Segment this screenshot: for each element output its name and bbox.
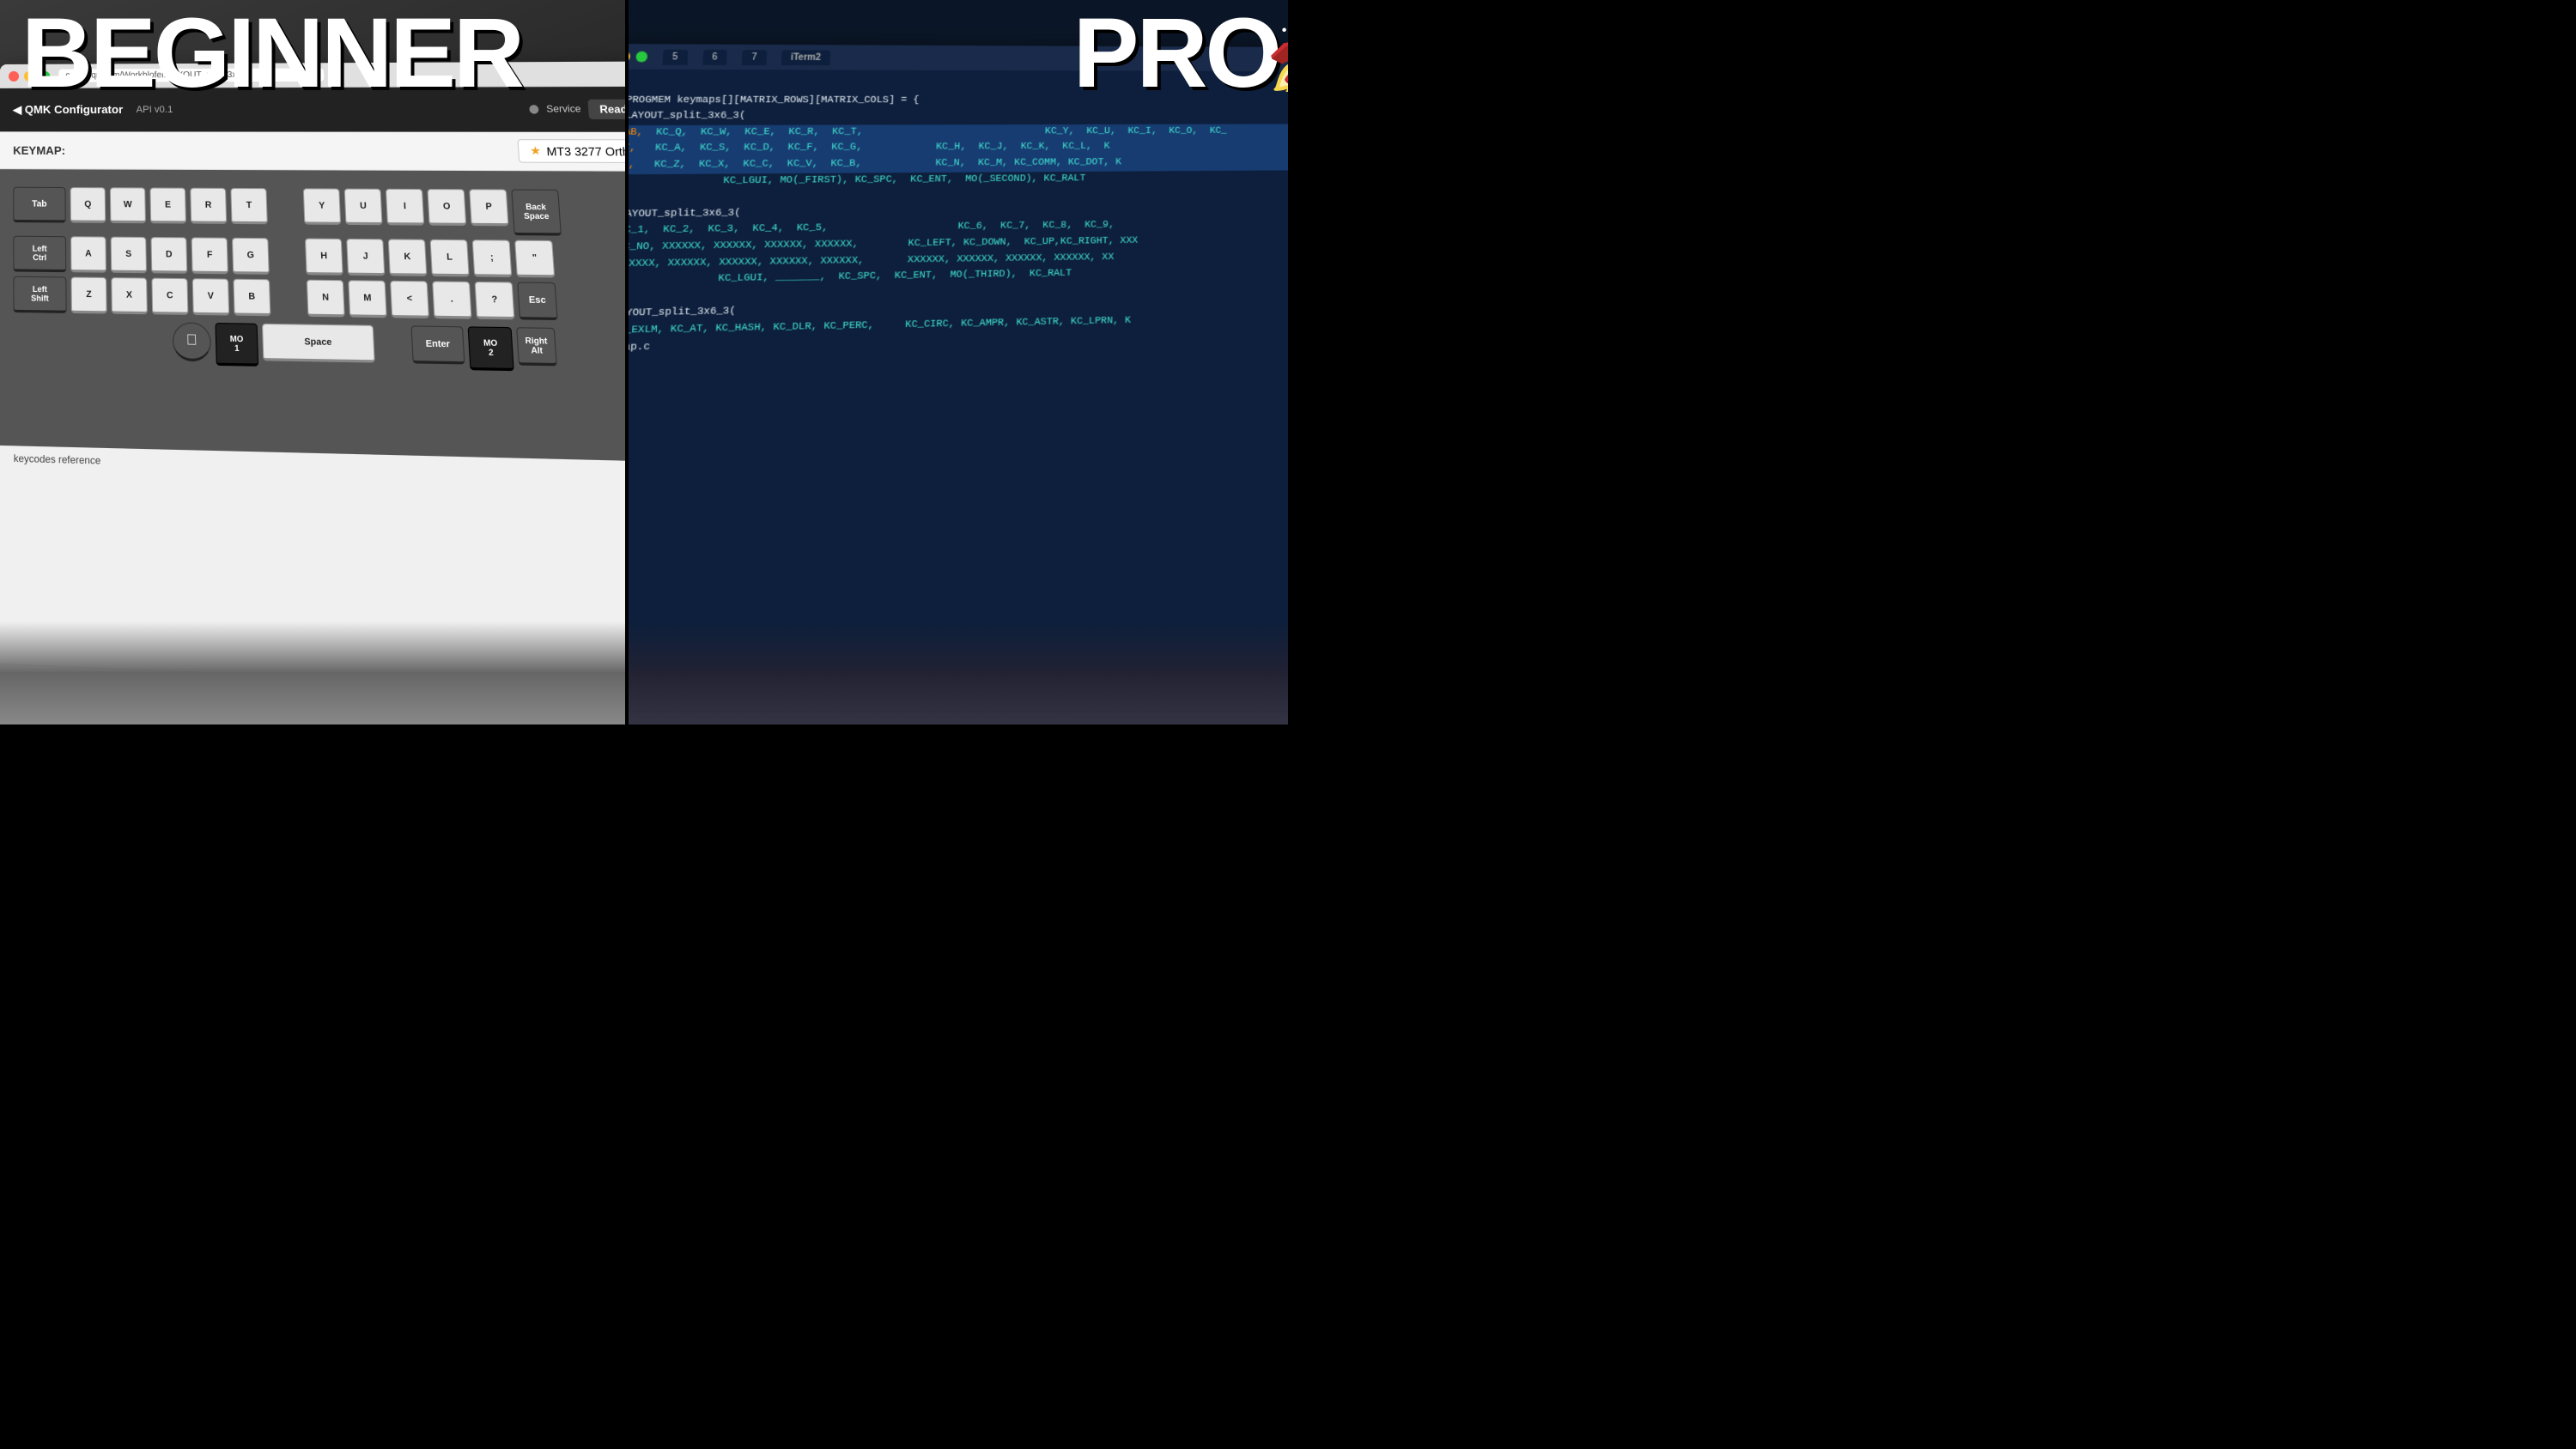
left-panel: BEGINNER config.qmk.fm/Workblofer/LAYOUT… xyxy=(0,0,625,724)
key-row-1: Tab Q W E R T Y U I O P BackSpace xyxy=(13,187,625,237)
iterm-tab-5[interactable]: 5 xyxy=(662,49,688,64)
beginner-title: BEGINNER xyxy=(21,4,522,103)
key-j[interactable]: J xyxy=(346,239,385,276)
key-enter[interactable]: Enter xyxy=(410,325,465,364)
key-w[interactable]: W xyxy=(110,187,146,223)
keyboard-name-text: MT3 3277 Ortho xyxy=(546,144,625,158)
key-left-ctrl[interactable]: LeftCtrl xyxy=(13,236,66,273)
key-apple[interactable]:  xyxy=(173,322,212,361)
key-c[interactable]: C xyxy=(151,278,188,315)
service-indicator xyxy=(529,105,539,113)
iterm-tab-7[interactable]: 7 xyxy=(742,50,767,65)
keyboard-area: Tab Q W E R T Y U I O P BackSpace LeftCt… xyxy=(0,169,625,439)
key-i[interactable]: I xyxy=(386,189,424,226)
code-line-layout1: = LAYOUT_split_3x6_3( xyxy=(625,108,1288,124)
right-panel: PRO 🚀 5 6 7 iTerm2 ), 6_: PROGMEM keymap… xyxy=(625,0,1288,724)
desk-area-right xyxy=(625,621,1288,724)
key-y[interactable]: Y xyxy=(303,188,341,225)
key-u[interactable]: U xyxy=(344,189,383,226)
key-b[interactable]: B xyxy=(233,279,270,317)
key-t[interactable]: T xyxy=(230,188,268,224)
rocket-emoji: 🚀 xyxy=(1265,0,1288,100)
key-f[interactable]: F xyxy=(191,237,228,274)
key-n[interactable]: N xyxy=(307,280,345,318)
key-backspace[interactable]: BackSpace xyxy=(511,189,562,235)
key-s[interactable]: S xyxy=(111,237,147,274)
key-k[interactable]: K xyxy=(388,239,428,276)
key-m[interactable]: M xyxy=(348,280,386,318)
key-g[interactable]: G xyxy=(232,238,270,275)
key-right-alt[interactable]: RightAlt xyxy=(516,327,557,366)
center-divider xyxy=(625,0,629,724)
qmk-toolbar: KEYMAP: ★ MT3 3277 Ortho xyxy=(0,131,625,171)
iterm-max-button[interactable] xyxy=(635,52,647,63)
key-o[interactable]: O xyxy=(427,189,466,226)
key-comma[interactable]: < xyxy=(390,281,429,318)
key-h[interactable]: H xyxy=(305,239,343,276)
key-a[interactable]: A xyxy=(70,236,106,272)
key-quote[interactable]: " xyxy=(514,240,555,278)
key-v[interactable]: V xyxy=(192,278,230,315)
service-ready-area: Service Ready xyxy=(529,100,625,119)
iterm-tab-iterm2[interactable]: iTerm2 xyxy=(781,50,831,65)
ready-badge: Ready xyxy=(587,100,625,119)
key-mo2[interactable]: MO2 xyxy=(468,326,514,371)
iterm-tab-6[interactable]: 6 xyxy=(702,49,727,64)
close-button[interactable] xyxy=(9,70,19,81)
key-e[interactable]: E xyxy=(149,187,186,223)
key-l[interactable]: L xyxy=(430,239,470,277)
code-line-row-ab: AB, KC_Q, KC_W, KC_E, KC_R, KC_T, KC_Y, … xyxy=(625,124,1288,142)
key-row-thumb:  MO1 Space Enter MO2 RightAlt xyxy=(13,319,625,373)
key-d[interactable]: D xyxy=(150,237,187,274)
key-tab[interactable]: Tab xyxy=(13,187,66,223)
star-icon: ★ xyxy=(530,143,542,158)
key-q[interactable]: Q xyxy=(70,187,106,223)
pro-title: PRO xyxy=(1073,4,1279,103)
key-row-3: LeftShift Z X C V B N M < . ? Esc xyxy=(13,276,625,322)
key-x[interactable]: X xyxy=(111,277,148,314)
key-mo1[interactable]: MO1 xyxy=(215,323,258,367)
keymap-label: KEYMAP: xyxy=(13,143,65,156)
key-r[interactable]: R xyxy=(190,188,227,224)
key-esc[interactable]: Esc xyxy=(517,282,557,320)
key-semicolon[interactable]: ; xyxy=(472,239,513,277)
keyboard-selector[interactable]: ★ MT3 3277 Ortho xyxy=(517,139,625,163)
key-left-shift[interactable]: LeftShift xyxy=(13,276,66,313)
key-row-2: LeftCtrl A S D F G H J K L ; " xyxy=(13,236,625,279)
key-period[interactable]: . xyxy=(432,281,471,318)
desk-area-left xyxy=(0,621,625,724)
key-p[interactable]: P xyxy=(469,189,508,226)
service-label: Service xyxy=(546,104,581,115)
key-z[interactable]: Z xyxy=(70,277,106,314)
key-slash[interactable]: ? xyxy=(475,282,515,319)
key-space[interactable]: Space xyxy=(262,324,375,363)
